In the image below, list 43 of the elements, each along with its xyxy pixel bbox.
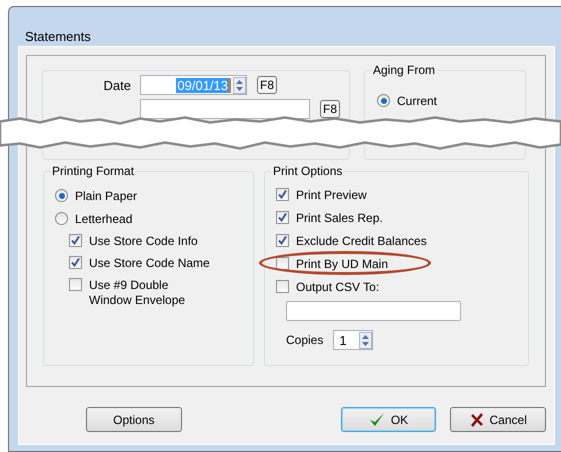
cancel-button[interactable]: Cancel bbox=[450, 407, 546, 432]
group-title: Print Options bbox=[271, 164, 344, 178]
window-title: Statements bbox=[24, 28, 92, 46]
option-label: Use Store Code Name bbox=[89, 256, 210, 271]
checkbox[interactable] bbox=[276, 280, 289, 293]
checkbox[interactable] bbox=[276, 234, 289, 247]
radio-button[interactable] bbox=[55, 212, 68, 225]
option-label: Exclude Credit Balances bbox=[296, 234, 427, 249]
name-field[interactable] bbox=[140, 99, 310, 119]
ok-button[interactable]: OK bbox=[340, 407, 436, 432]
option-label: Current bbox=[397, 94, 438, 108]
group-title: Aging From bbox=[371, 63, 438, 77]
option-label: Letterhead bbox=[75, 212, 132, 226]
checkmark-icon bbox=[368, 412, 385, 428]
checkbox[interactable] bbox=[69, 278, 82, 291]
copies-label: Copies bbox=[286, 333, 324, 347]
option-label: Print Preview bbox=[296, 188, 367, 203]
checkbox[interactable] bbox=[276, 257, 289, 270]
checkbox[interactable] bbox=[69, 234, 82, 247]
group-title: Printing Format bbox=[50, 164, 136, 178]
f8-button[interactable]: F8 bbox=[320, 100, 340, 118]
copies-value: 1 bbox=[339, 332, 347, 348]
option-label: Print Sales Rep. bbox=[296, 211, 383, 226]
spinner-icon[interactable] bbox=[359, 332, 372, 348]
radio-button[interactable] bbox=[55, 189, 68, 202]
radio-option[interactable]: Current bbox=[377, 89, 525, 112]
x-icon bbox=[470, 412, 484, 426]
radio-icon[interactable] bbox=[377, 94, 390, 107]
option-label: Use #9 Double Window Envelope bbox=[89, 278, 186, 308]
checkbox[interactable] bbox=[276, 211, 289, 224]
option-label: Use Store Code Info bbox=[89, 234, 198, 249]
option-label: Print By UD Main bbox=[296, 257, 388, 272]
checkbox[interactable] bbox=[276, 188, 289, 201]
f8-button[interactable]: F8 bbox=[257, 76, 278, 94]
date-value: 09/01/13 bbox=[176, 78, 231, 92]
option-label: Plain Paper bbox=[75, 188, 138, 202]
options-button[interactable]: Options bbox=[86, 407, 182, 432]
checkbox[interactable] bbox=[69, 256, 82, 269]
option-label: Output CSV To: bbox=[296, 280, 380, 295]
spinner-icon[interactable] bbox=[233, 76, 246, 94]
copies-field[interactable]: 1 bbox=[333, 330, 374, 350]
csv-path-field[interactable] bbox=[286, 301, 461, 321]
date-label: Date bbox=[102, 78, 131, 92]
